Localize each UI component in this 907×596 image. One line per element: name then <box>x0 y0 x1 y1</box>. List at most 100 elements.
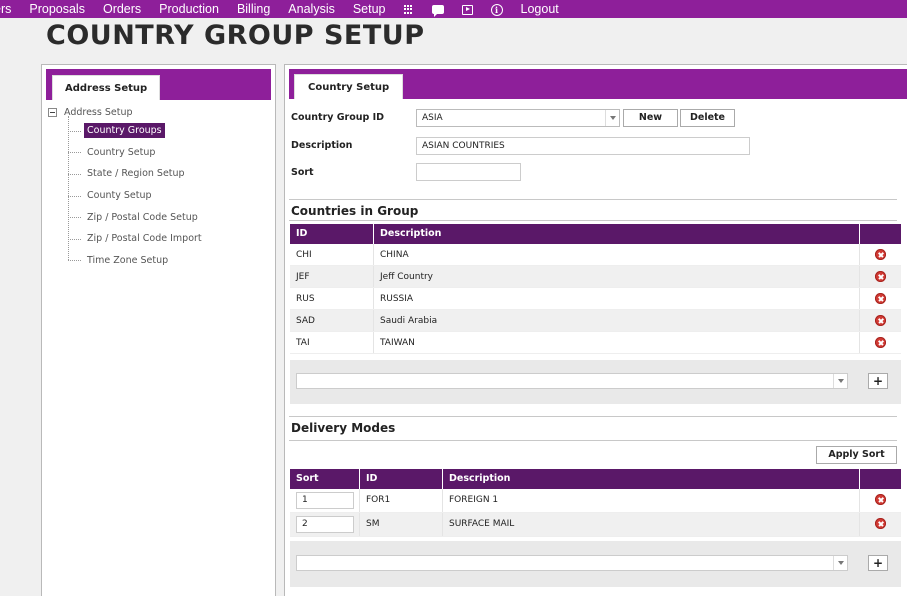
panel-header: Address Setup <box>46 69 271 100</box>
column-header-actions <box>860 469 901 489</box>
table-row[interactable]: 2 SM SURFACE MAIL <box>290 513 901 537</box>
tree-item-label: Zip / Postal Code Setup <box>87 211 198 223</box>
tree-item-label: Country Setup <box>87 146 156 158</box>
column-header-sort[interactable]: Sort <box>290 469 360 489</box>
cell-actions <box>860 513 901 536</box>
add-delivery-button[interactable]: + <box>868 555 888 571</box>
sort-order-input[interactable]: 2 <box>296 515 354 533</box>
cell-actions <box>860 310 901 331</box>
tree-item-county-setup[interactable]: County Setup <box>68 185 275 207</box>
delivery-grid: Sort ID Description 1 FOR1 FOREIGN 1 2 S… <box>290 469 901 537</box>
tree-root[interactable]: Address Setup <box>48 104 275 120</box>
nav-item-production[interactable]: Production <box>159 0 219 18</box>
cell-actions <box>860 266 901 287</box>
address-setup-panel: Address Setup Address Setup Country Grou… <box>41 64 276 596</box>
nav-item-billing[interactable]: Billing <box>237 0 270 18</box>
country-group-id-value: ASIA <box>422 113 443 123</box>
chevron-down-icon[interactable] <box>833 374 847 388</box>
country-setup-panel: Country Setup Country Group ID ASIA New … <box>284 64 907 596</box>
tree-item-label: Country Groups <box>84 123 165 139</box>
nav-item-setup[interactable]: Setup <box>353 0 386 18</box>
tree-item-zip-import[interactable]: Zip / Postal Code Import <box>68 228 275 250</box>
table-row[interactable]: SAD Saudi Arabia <box>290 310 901 332</box>
table-row[interactable]: CHI CHINA <box>290 244 901 266</box>
nav-item-proposals[interactable]: Proposals <box>29 0 85 18</box>
apply-sort-button[interactable]: Apply Sort <box>816 446 897 464</box>
country-group-id-select[interactable]: ASIA <box>416 109 620 127</box>
cell-id: TAI <box>290 332 374 353</box>
delete-button[interactable]: Delete <box>680 109 735 127</box>
delete-icon[interactable] <box>875 271 886 282</box>
delete-icon[interactable] <box>875 518 886 529</box>
sort-input[interactable] <box>416 163 521 181</box>
cell-id: SAD <box>290 310 374 331</box>
tree-children: Country Groups Country Setup State / Reg… <box>68 115 275 272</box>
info-icon[interactable]: i <box>490 0 503 18</box>
chat-icon[interactable] <box>431 0 444 18</box>
tree-root-label: Address Setup <box>64 106 133 118</box>
grid-header: Sort ID Description <box>290 469 901 489</box>
countries-grid: ID Description CHI CHINA JEF Jeff Countr… <box>290 224 901 354</box>
delete-icon[interactable] <box>875 315 886 326</box>
address-tree: Address Setup Country Groups Country Set… <box>42 104 275 271</box>
cell-description: RUSSIA <box>374 288 860 309</box>
table-row[interactable]: JEF Jeff Country <box>290 266 901 288</box>
table-row[interactable]: TAI TAIWAN <box>290 332 901 354</box>
media-icon[interactable] <box>461 0 473 18</box>
panel-header: Country Setup <box>289 69 907 99</box>
tree-item-zip-setup[interactable]: Zip / Postal Code Setup <box>68 206 275 228</box>
nav-item-orders[interactable]: Orders <box>103 0 141 18</box>
cell-description: CHINA <box>374 244 860 265</box>
add-delivery-select[interactable] <box>296 555 848 571</box>
cell-description: FOREIGN 1 <box>443 489 860 512</box>
tab-country-setup[interactable]: Country Setup <box>294 74 404 99</box>
grid-icon[interactable] <box>403 0 414 18</box>
nav-item-customers[interactable]: ers <box>0 0 11 18</box>
divider <box>289 220 897 221</box>
cell-sort: 2 <box>290 513 360 536</box>
delete-icon[interactable] <box>875 494 886 505</box>
column-header-id[interactable]: ID <box>290 224 374 244</box>
delete-icon[interactable] <box>875 293 886 304</box>
cell-actions <box>860 244 901 265</box>
logout-link[interactable]: Logout <box>521 0 559 18</box>
chevron-down-icon[interactable] <box>833 556 847 570</box>
cell-description: Saudi Arabia <box>374 310 860 331</box>
top-nav: ers Proposals Orders Production Billing … <box>0 0 907 18</box>
column-header-description[interactable]: Description <box>443 469 860 489</box>
cell-actions <box>860 288 901 309</box>
tree-item-time-zone-setup[interactable]: Time Zone Setup <box>68 250 275 272</box>
tree-item-country-setup[interactable]: Country Setup <box>68 142 275 164</box>
cell-actions <box>860 332 901 353</box>
collapse-icon[interactable] <box>48 107 57 117</box>
add-country-select[interactable] <box>296 373 848 389</box>
column-header-id[interactable]: ID <box>360 469 443 489</box>
nav-item-analysis[interactable]: Analysis <box>288 0 335 18</box>
cell-description: TAIWAN <box>374 332 860 353</box>
delete-icon[interactable] <box>875 249 886 260</box>
add-country-row: + <box>290 360 901 404</box>
add-country-button[interactable]: + <box>868 373 888 389</box>
tree-item-state-region-setup[interactable]: State / Region Setup <box>68 163 275 185</box>
table-row[interactable]: RUS RUSSIA <box>290 288 901 310</box>
tree-item-label: County Setup <box>87 190 152 202</box>
cell-description: SURFACE MAIL <box>443 513 860 536</box>
column-header-actions <box>860 224 901 244</box>
column-header-description[interactable]: Description <box>374 224 860 244</box>
countries-section-title: Countries in Group <box>291 204 419 218</box>
new-button[interactable]: New <box>623 109 678 127</box>
tree-item-label: State / Region Setup <box>87 168 185 180</box>
cell-sort: 1 <box>290 489 360 512</box>
tree-item-country-groups[interactable]: Country Groups <box>68 120 275 142</box>
delivery-section-title: Delivery Modes <box>291 421 396 435</box>
sort-order-input[interactable]: 1 <box>296 491 354 509</box>
delete-icon[interactable] <box>875 337 886 348</box>
divider <box>289 199 897 200</box>
description-input[interactable]: ASIAN COUNTRIES <box>416 137 750 155</box>
cell-description: Jeff Country <box>374 266 860 287</box>
tab-address-setup[interactable]: Address Setup <box>52 75 161 100</box>
cell-id: SM <box>360 513 443 536</box>
cell-id: CHI <box>290 244 374 265</box>
chevron-down-icon[interactable] <box>605 110 619 126</box>
table-row[interactable]: 1 FOR1 FOREIGN 1 <box>290 489 901 513</box>
